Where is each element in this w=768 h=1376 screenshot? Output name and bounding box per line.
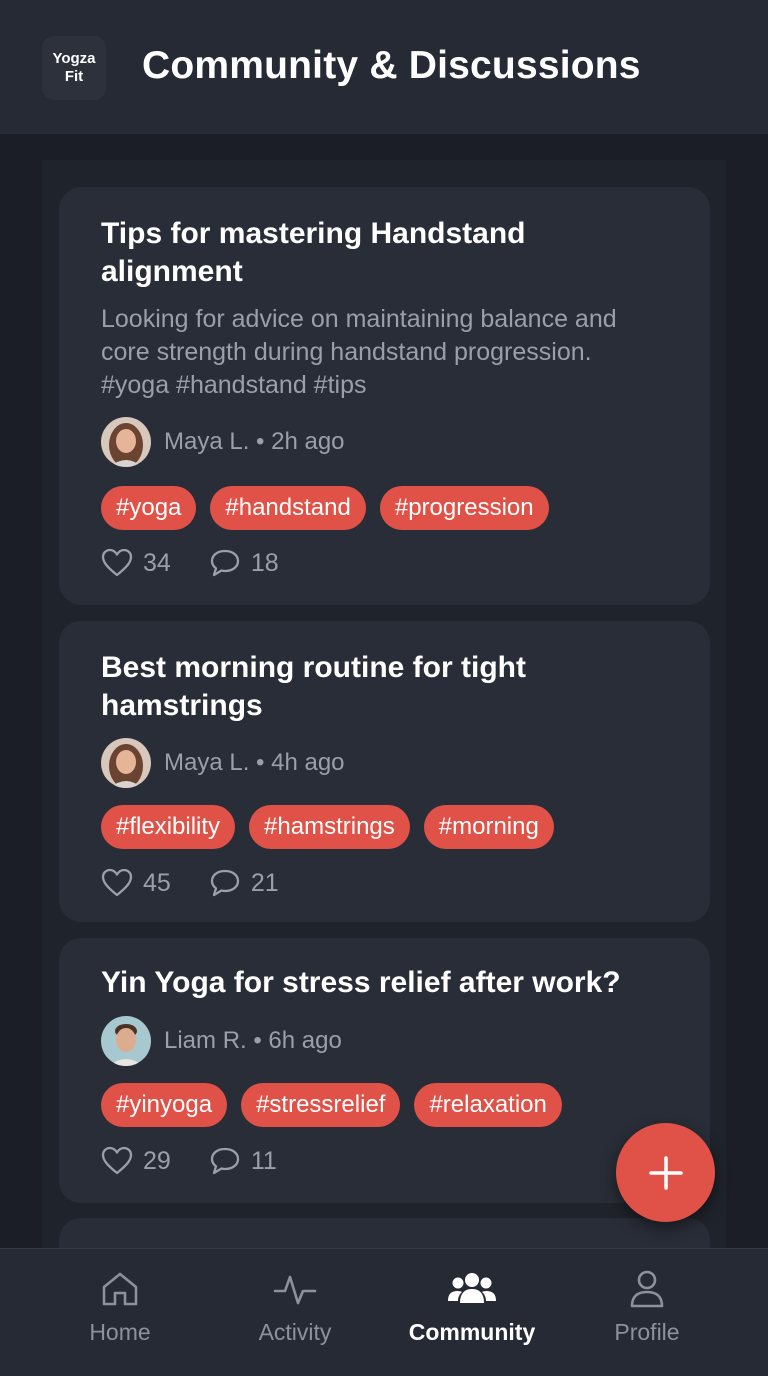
- tag-list: #yoga #handstand #progression: [101, 486, 668, 530]
- post-title: Best morning routine for tight hamstring…: [101, 651, 526, 722]
- post-card[interactable]: Yin Yoga for stress relief after work? L…: [59, 938, 710, 1203]
- avatar[interactable]: [101, 417, 151, 467]
- home-icon: [102, 1272, 138, 1306]
- nav-label: Activity: [258, 1319, 332, 1345]
- comment-button[interactable]: 21: [209, 868, 279, 898]
- comment-count: 11: [250, 1146, 277, 1175]
- activity-icon: [273, 1275, 317, 1305]
- community-icon: [448, 1273, 496, 1303]
- tag-list: #yinyoga #stressrelief #relaxation: [101, 1083, 668, 1127]
- bottom-nav: Home Activity Community Profile: [0, 1248, 768, 1376]
- comment-button[interactable]: 11: [209, 1146, 277, 1176]
- like-button[interactable]: 34: [101, 548, 171, 578]
- post-author: Liam R. • 6h ago: [101, 1015, 668, 1067]
- logo-line-2: Fit: [64, 68, 84, 85]
- nav-item-home[interactable]: Home: [40, 1267, 200, 1346]
- nav-item-community[interactable]: Community: [392, 1267, 552, 1346]
- new-post-button[interactable]: [616, 1123, 715, 1222]
- page-title: Community & Discussions: [142, 44, 641, 87]
- post-title: Tips for mastering Handstand alignment: [101, 217, 526, 288]
- nav-label: Profile: [614, 1319, 680, 1345]
- plus-icon: [648, 1155, 683, 1190]
- tag-chip[interactable]: #yinyoga: [101, 1083, 228, 1127]
- post-stats: 45 21: [101, 865, 668, 901]
- nav-label: Home: [89, 1319, 151, 1345]
- tag-chip[interactable]: #handstand: [210, 486, 366, 530]
- like-count: 29: [143, 1146, 171, 1175]
- author-meta: Liam R. • 6h ago: [164, 1027, 342, 1054]
- profile-icon: [630, 1270, 664, 1308]
- nav-item-profile[interactable]: Profile: [567, 1267, 727, 1346]
- like-count: 34: [143, 548, 171, 577]
- avatar[interactable]: [101, 1016, 151, 1066]
- comment-count: 21: [250, 868, 279, 897]
- tag-chip[interactable]: #hamstrings: [249, 805, 410, 849]
- post-title: Yin Yoga for stress relief after work?: [101, 966, 621, 999]
- app-logo[interactable]: Yogza Fit: [42, 36, 106, 100]
- comment-icon: [210, 1147, 239, 1175]
- tag-list: #flexibility #hamstrings #morning: [101, 805, 668, 849]
- like-count: 45: [143, 868, 171, 897]
- author-meta: Maya L. • 2h ago: [164, 428, 345, 455]
- post-body: Looking for advice on maintaining balanc…: [101, 305, 617, 399]
- comment-button[interactable]: 18: [209, 548, 279, 578]
- tag-chip[interactable]: #flexibility: [101, 805, 236, 849]
- tag-chip[interactable]: #progression: [379, 486, 549, 530]
- comment-icon: [210, 869, 239, 897]
- like-button[interactable]: 29: [101, 1146, 171, 1176]
- post-author: Maya L. • 4h ago: [101, 737, 668, 789]
- post-card[interactable]: Tips for mastering Handstand alignment L…: [59, 187, 710, 605]
- avatar[interactable]: [101, 738, 151, 788]
- tag-chip[interactable]: #relaxation: [414, 1083, 562, 1127]
- tag-chip[interactable]: #morning: [423, 805, 554, 849]
- comment-count: 18: [250, 548, 279, 577]
- heart-icon: [101, 548, 133, 577]
- like-button[interactable]: 45: [101, 868, 171, 898]
- tag-chip[interactable]: #yoga: [101, 486, 197, 530]
- nav-label: Community: [408, 1319, 536, 1345]
- post-card[interactable]: Best morning routine for tight hamstring…: [59, 621, 710, 922]
- post-stats: 29 11: [101, 1143, 668, 1179]
- comment-icon: [210, 549, 239, 577]
- heart-icon: [101, 1146, 133, 1175]
- author-meta: Maya L. • 4h ago: [164, 749, 345, 776]
- app-header: Yogza Fit Community & Discussions: [0, 0, 768, 134]
- heart-icon: [101, 868, 133, 897]
- tag-chip[interactable]: #stressrelief: [241, 1083, 401, 1127]
- post-stats: 34 18: [101, 545, 668, 581]
- post-author: Maya L. • 2h ago: [101, 416, 668, 468]
- logo-line-1: Yogza: [52, 50, 96, 67]
- nav-item-activity[interactable]: Activity: [215, 1267, 375, 1346]
